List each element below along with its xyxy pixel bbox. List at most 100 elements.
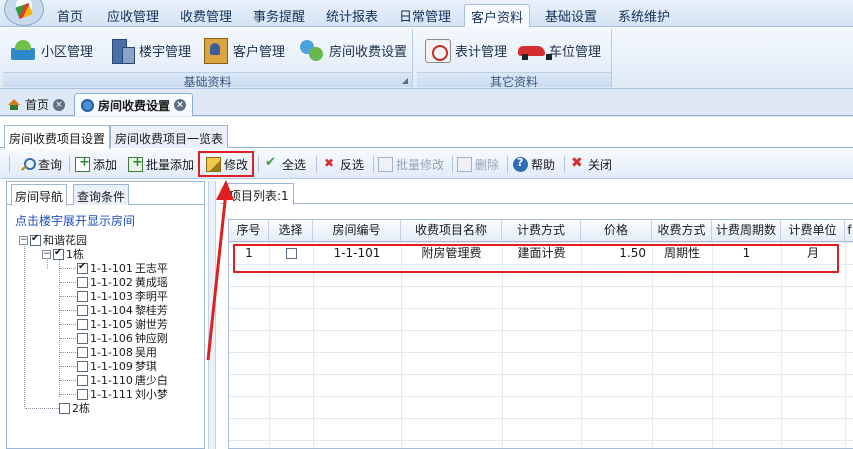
close-button[interactable]: 关闭 [570, 154, 612, 174]
grid-header: 序号 选择 房间编号 收费项目名称 计费方式 价格 收费方式 计费周期数 计费单… [229, 220, 853, 242]
toolbar-separator [507, 156, 508, 173]
invert-select-label: 反选 [340, 157, 365, 172]
column-header-price[interactable]: 价格 [581, 220, 652, 241]
ribbon-group-basic-caption: 基础资料 ◢ [3, 72, 412, 89]
collapse-icon[interactable]: − [19, 235, 28, 245]
ribbon-group-other-caption: 其它资料 [417, 72, 611, 89]
search-icon [20, 157, 36, 172]
column-header-cycle-count[interactable]: 计费周期数 [712, 220, 781, 241]
tree-node-checkbox[interactable] [77, 388, 88, 400]
settings-icon [81, 98, 94, 112]
tree-node-checkbox[interactable] [77, 360, 88, 372]
room-fee-settings-button[interactable]: 房间收费设置 [297, 33, 407, 67]
tree-node-checkbox[interactable] [77, 276, 88, 288]
menu-receivables[interactable]: 应收管理 [107, 6, 159, 25]
batch-edit-label: 批量修改 [396, 157, 445, 172]
toolbar-grip [9, 156, 10, 173]
tree-node-checkbox[interactable] [77, 304, 88, 316]
room-code: 1-1-103 [90, 289, 133, 303]
column-header-room-code[interactable]: 房间编号 [313, 220, 401, 241]
tree-node-room[interactable]: 1-1-104 黎桂芳 [77, 303, 168, 317]
column-header-billing-method[interactable]: 计费方式 [502, 220, 581, 241]
column-header-fee-item-name[interactable]: 收费项目名称 [401, 220, 502, 241]
tree-node-room[interactable]: 1-1-101 王志平 [77, 261, 168, 275]
tab-room-fee-item-list[interactable]: 房间收费项目一览表 [110, 125, 229, 148]
document-tabs: 首页 × 房间收费设置 × [0, 90, 853, 116]
add-button[interactable]: 添加 [75, 154, 117, 174]
tree-node-room[interactable]: 1-1-103 李明平 [77, 289, 168, 303]
close-icon[interactable]: × [53, 98, 66, 111]
building-manage-button[interactable]: 楼宇管理 [107, 33, 191, 67]
help-label: 帮助 [531, 157, 556, 172]
help-button[interactable]: 帮助 [513, 154, 555, 174]
row-highlight [233, 244, 839, 273]
help-icon [513, 156, 528, 172]
menu-billing[interactable]: 收费管理 [180, 6, 232, 25]
fee-item-panel: 项目列表:1 序号 选择 房间编号 收费项目名称 计费方式 价格 收费方式 计费… [220, 181, 853, 449]
tree-node-checkbox[interactable] [77, 261, 88, 274]
menu-home[interactable]: 首页 [57, 6, 83, 25]
column-header-overflow[interactable]: f [845, 220, 853, 241]
cross-icon [322, 156, 337, 172]
column-header-billing-unit[interactable]: 计费单位 [781, 220, 845, 241]
add-icon [75, 155, 90, 172]
tree-node-building-1[interactable]: − 1栋 [42, 247, 84, 261]
room-code: 1-1-109 [90, 359, 133, 373]
tree-node-checkbox[interactable] [77, 374, 88, 386]
parking-manage-button[interactable]: 车位管理 [517, 33, 601, 67]
menu-basic-settings[interactable]: 基础设置 [545, 6, 597, 25]
tree-node-checkbox[interactable] [77, 332, 88, 344]
tree-node-checkbox[interactable] [77, 346, 88, 358]
tree-node-checkbox[interactable] [30, 233, 41, 246]
tree-node-checkbox[interactable] [59, 402, 70, 414]
tree-node-room[interactable]: 1-1-110 唐少白 [77, 373, 168, 387]
building-icon [107, 36, 135, 64]
meter-manage-button[interactable]: 表计管理 [423, 33, 507, 67]
community-manage-label: 小区管理 [41, 44, 94, 60]
toolbar-separator [564, 156, 565, 173]
delete-button[interactable]: 删除 [457, 154, 499, 174]
tree-node-community[interactable]: − 和谐花园 [19, 233, 87, 247]
menu-daily[interactable]: 日常管理 [399, 6, 451, 25]
tree-node-building-2[interactable]: 2栋 [59, 401, 90, 415]
menu-reminders[interactable]: 事务提醒 [253, 6, 305, 25]
community-icon [9, 36, 37, 64]
batch-add-button[interactable]: 批量添加 [128, 154, 194, 174]
menu-reports[interactable]: 统计报表 [326, 6, 378, 25]
select-all-label: 全选 [282, 157, 307, 172]
room-code: 1-1-108 [90, 345, 133, 359]
tree-node-checkbox[interactable] [77, 318, 88, 330]
tree-node-room[interactable]: 1-1-106 钟应刚 [77, 331, 168, 345]
dialog-launcher-icon[interactable]: ◢ [402, 76, 408, 85]
app-logo-icon[interactable] [4, 0, 44, 26]
tree-node-room[interactable]: 1-1-102 黄成瑶 [77, 275, 168, 289]
tree-node-room[interactable]: 1-1-111 刘小梦 [77, 387, 168, 401]
tree-node-room[interactable]: 1-1-109 梦琪 [77, 359, 157, 373]
batch-edit-button[interactable]: 批量修改 [378, 154, 444, 174]
doc-tab-home[interactable]: 首页 × [2, 93, 71, 116]
menu-customer-data[interactable]: 客户资料 [464, 4, 531, 28]
customer-manage-button[interactable]: 客户管理 [201, 33, 285, 67]
ribbon-group-other-caption-text: 其它资料 [489, 75, 538, 89]
toolbar: 查询 添加 批量添加 修改 全选 反选 批量修改 [0, 149, 853, 179]
collapse-icon[interactable]: − [42, 249, 51, 259]
tree-node-room[interactable]: 1-1-105 谢世芳 [77, 317, 168, 331]
close-icon[interactable]: × [174, 99, 187, 111]
close-label: 关闭 [588, 157, 613, 172]
tab-query-conditions[interactable]: 查询条件 [73, 184, 130, 205]
menu-system[interactable]: 系统维护 [618, 6, 670, 25]
tab-room-fee-item-settings[interactable]: 房间收费项目设置 [4, 125, 111, 149]
community-manage-button[interactable]: 小区管理 [9, 33, 93, 67]
query-button[interactable]: 查询 [20, 154, 62, 174]
tree-node-checkbox[interactable] [77, 290, 88, 302]
check-icon [264, 155, 279, 172]
tab-room-navigation[interactable]: 房间导航 [11, 184, 68, 206]
content-area: 房间收费项目设置 房间收费项目一览表 查询 添加 批量添加 修改 全选 [0, 117, 853, 449]
doc-tab-room-fee-settings[interactable]: 房间收费设置 × [74, 93, 194, 116]
tree-node-checkbox[interactable] [53, 247, 64, 260]
select-all-button[interactable]: 全选 [264, 154, 306, 174]
column-header-select[interactable]: 选择 [269, 220, 313, 241]
tree-node-room[interactable]: 1-1-108 吴用 [77, 345, 157, 359]
invert-select-button[interactable]: 反选 [322, 154, 364, 174]
column-header-charge-method[interactable]: 收费方式 [652, 220, 712, 241]
